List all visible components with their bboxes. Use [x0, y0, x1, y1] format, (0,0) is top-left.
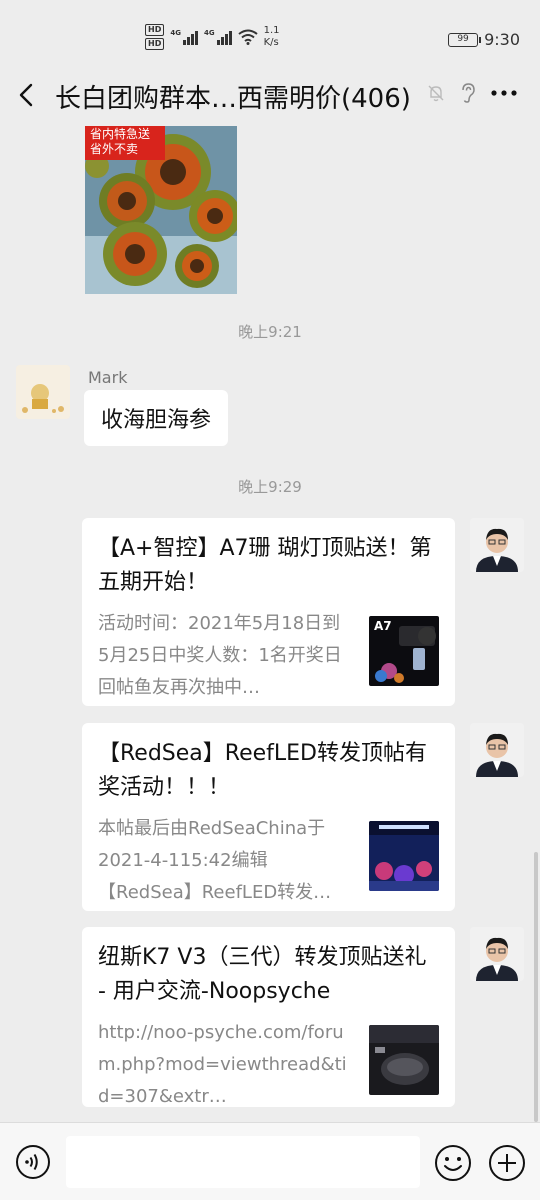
- avatar[interactable]: [470, 723, 524, 777]
- wifi-icon: [237, 29, 258, 45]
- plus-icon[interactable]: [488, 1144, 526, 1182]
- timestamp: 晚上9:29: [238, 478, 302, 496]
- avatar-image: [16, 365, 70, 419]
- status-network-group: HD HD 4G 4G 1.1 K/s: [145, 24, 280, 50]
- signal-bars-icon: [216, 29, 232, 45]
- header-icons: [426, 82, 518, 104]
- card-description: 本帖最后由RedSeaChina于2021-4-115:42编辑【RedSea】…: [98, 818, 332, 903]
- card-description: 活动时间：2021年5月18日到5月25日中奖人数：1名开奖日回帖鱼友再次抽中…: [98, 613, 342, 698]
- message-bubble[interactable]: 收海胆海参: [84, 390, 229, 446]
- card-thumbnail: A7: [369, 616, 439, 686]
- bell-off-icon: [428, 85, 444, 102]
- battery-icon: 99: [448, 32, 482, 47]
- avatar-image: [470, 927, 524, 981]
- hd-badge-1: HD: [145, 24, 165, 36]
- avatar[interactable]: [16, 365, 70, 419]
- status-time: 9:30: [484, 30, 520, 49]
- thumbnail-label: A7: [374, 619, 392, 633]
- image-message[interactable]: 省内特急送 省外不卖: [85, 126, 237, 294]
- ear-icon[interactable]: [458, 82, 478, 104]
- status-right-group: 99 9:30: [448, 30, 520, 49]
- input-bar: [0, 1122, 540, 1200]
- message-input[interactable]: [66, 1136, 420, 1188]
- status-bar: HD HD 4G 4G 1.1 K/s 99 9:30: [0, 0, 540, 70]
- link-card[interactable]: 纽斯K7 V3（三代）转发顶贴送礼 - 用户交流-Noopsyche http:…: [82, 927, 455, 1107]
- chevron-left-icon[interactable]: [14, 82, 40, 108]
- image-overlay-line1: 省内特急送: [90, 127, 151, 141]
- card-description: http://noo-psyche.com/forum.php?mod=view…: [98, 1022, 347, 1107]
- signal-bars-icon: [182, 29, 198, 45]
- scrollbar[interactable]: [534, 852, 538, 1122]
- network-speed-value: 1.1: [263, 25, 280, 36]
- hd-badge-2: HD: [145, 38, 165, 50]
- avatar-image: [470, 518, 524, 572]
- card-title: 【RedSea】ReefLED转发顶帖有奖活动！！！: [98, 741, 427, 800]
- network-speed-unit: K/s: [263, 37, 279, 48]
- chat-header: 长白团购群本…西需明价(406): [0, 70, 540, 120]
- card-body: 活动时间：2021年5月18日到5月25日中奖人数：1名开奖日回帖鱼友再次抽中……: [98, 608, 439, 704]
- avatar[interactable]: [470, 518, 524, 572]
- link-card[interactable]: 【RedSea】ReefLED转发顶帖有奖活动！！！ 本帖最后由RedSeaCh…: [82, 723, 455, 911]
- signal-1: 4G: [170, 29, 198, 45]
- hd-badges: HD HD: [145, 24, 165, 50]
- thumbnail-image: [369, 1025, 439, 1095]
- more-icon[interactable]: [490, 89, 518, 97]
- card-body: 本帖最后由RedSeaChina于2021-4-115:42编辑【RedSea】…: [98, 813, 439, 909]
- card-thumbnail: [369, 1025, 439, 1095]
- avatar[interactable]: [470, 927, 524, 981]
- sender-name: Mark: [88, 368, 128, 387]
- voice-icon[interactable]: [15, 1144, 51, 1180]
- link-card[interactable]: 【A+智控】A7珊 瑚灯顶贴送！第五期开始！ 活动时间：2021年5月18日到5…: [82, 518, 455, 706]
- chat-area[interactable]: 省内特急送 省外不卖 晚上9:21 Mark 收海胆海参 晚上9:29 【A+智…: [0, 120, 540, 1122]
- network-speed: 1.1 K/s: [264, 25, 280, 49]
- image-overlay-line2: 省外不卖: [90, 142, 139, 156]
- network-type-2: 4G: [203, 29, 215, 37]
- signal-2: 4G: [204, 29, 232, 45]
- thumbnail-image: [369, 821, 439, 891]
- card-title: 【A+智控】A7珊 瑚灯顶贴送！第五期开始！: [98, 536, 432, 595]
- card-thumbnail: [369, 821, 439, 891]
- network-type-1: 4G: [170, 29, 181, 37]
- timestamp: 晚上9:21: [238, 323, 302, 341]
- emoji-icon[interactable]: [434, 1144, 472, 1182]
- card-body: http://noo-psyche.com/forum.php?mod=view…: [98, 1017, 439, 1113]
- card-title: 纽斯K7 V3（三代）转发顶贴送礼 - 用户交流-Noopsyche: [98, 945, 427, 1004]
- avatar-image: [470, 723, 524, 777]
- chat-title: 长白团购群本…西需明价(406): [55, 84, 411, 114]
